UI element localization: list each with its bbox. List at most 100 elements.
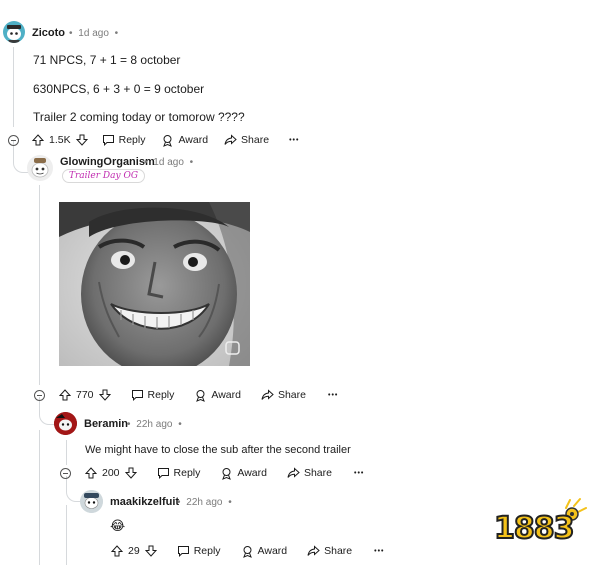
share-label: Share [241, 134, 270, 146]
comment-username[interactable]: Zicoto [32, 27, 65, 39]
upvote-arrow-icon [85, 467, 97, 479]
more-options-button[interactable]: ••• [289, 137, 299, 144]
separator: • [228, 497, 232, 508]
upvote-arrow-icon [59, 389, 71, 401]
share-button[interactable]: Share [287, 467, 332, 479]
award-icon [242, 545, 252, 558]
downvote-button[interactable] [144, 545, 157, 557]
comment-username[interactable]: Beramin [84, 418, 128, 430]
user-flair: Trailer Day OG [62, 169, 146, 183]
snoo-avatar-icon [7, 25, 21, 43]
award-label: Award [211, 389, 241, 401]
comment-action-bar: 770 Reply Award Share ••• [59, 386, 338, 404]
share-button[interactable]: Share [224, 134, 269, 146]
upvote-button[interactable] [111, 545, 123, 557]
more-options-button[interactable]: ••• [374, 548, 384, 555]
avatar[interactable] [3, 21, 25, 43]
reply-bubble-icon [102, 135, 114, 146]
comment-age[interactable]: 22h ago [136, 419, 172, 430]
reply-button[interactable]: Reply [102, 134, 146, 146]
comment-meta: • 22h ago • [177, 497, 232, 508]
reaction-image[interactable] [59, 202, 250, 366]
comment-username[interactable]: maakikzelfuit [110, 496, 179, 508]
reply-label: Reply [118, 134, 146, 146]
share-arrow-icon [224, 134, 237, 145]
comment-text: We might have to close the sub after the… [85, 444, 351, 456]
separator: • [69, 28, 73, 39]
separator: • [114, 28, 119, 39]
downvote-button[interactable] [75, 134, 88, 146]
share-arrow-icon [287, 467, 300, 478]
reply-bubble-icon [131, 390, 143, 401]
snoo-avatar-icon [80, 490, 103, 513]
reply-button[interactable]: Reply [177, 545, 221, 557]
avatar[interactable] [54, 412, 77, 435]
comment-action-bar: 29 Reply Award Share ••• [111, 542, 385, 560]
upvote-button[interactable] [32, 134, 44, 146]
share-label: Share [303, 467, 332, 479]
award-icon [222, 467, 232, 480]
downvote-button[interactable] [98, 389, 111, 401]
reply-label: Reply [173, 467, 201, 479]
share-arrow-icon [307, 545, 320, 556]
upvote-button[interactable] [85, 467, 97, 479]
downvote-arrow-icon [124, 467, 137, 479]
downvote-button[interactable] [124, 467, 137, 479]
separator: • [127, 419, 131, 430]
reply-label: Reply [193, 545, 221, 557]
comment-meta: • 1d ago • [144, 157, 193, 168]
comment-username[interactable]: GlowingOrganism [60, 156, 155, 168]
share-button[interactable]: Share [261, 389, 306, 401]
more-options-button[interactable]: ••• [354, 470, 364, 477]
avatar[interactable] [27, 155, 53, 181]
comment-action-bar: 1.5K Reply Award Share ••• [32, 131, 299, 149]
reply-bubble-icon [157, 468, 169, 479]
award-button[interactable]: Award [194, 389, 241, 402]
grinning-face-gif-icon [59, 202, 250, 366]
downvote-arrow-icon [75, 134, 88, 146]
more-options-button[interactable]: ••• [328, 392, 338, 399]
comment-age[interactable]: 22h ago [186, 497, 222, 508]
downvote-arrow-icon [144, 545, 157, 557]
award-icon [196, 389, 206, 402]
comment-action-bar: 200 Reply Award Share ••• [85, 464, 364, 482]
vote-count: 770 [76, 389, 94, 401]
share-button[interactable]: Share [307, 545, 352, 557]
award-button[interactable]: Award [161, 134, 208, 147]
upvote-arrow-icon [111, 545, 123, 557]
upvote-button[interactable] [59, 389, 71, 401]
separator: • [189, 157, 194, 168]
comment-age[interactable]: 1d ago [153, 157, 184, 168]
separator: • [177, 497, 181, 508]
comment-line: Trailer 2 coming today or tomorow ???? [33, 110, 245, 124]
watermark-logo: 1883 [492, 494, 592, 554]
award-label: Award [237, 467, 267, 479]
comment-line: 71 NPCS, 7 + 1 = 8 october [33, 53, 181, 67]
reply-button[interactable]: Reply [131, 389, 175, 401]
share-label: Share [277, 389, 306, 401]
award-label: Award [257, 545, 288, 557]
reply-button[interactable]: Reply [157, 467, 201, 479]
reply-label: Reply [147, 389, 175, 401]
award-icon [163, 134, 173, 147]
reply-bubble-icon [177, 546, 189, 557]
snoo-avatar-icon [31, 158, 49, 178]
collapse-thread-button[interactable] [34, 390, 45, 401]
separator: • [144, 157, 148, 168]
share-label: Share [324, 545, 353, 557]
vote-count: 1.5K [49, 134, 71, 146]
comment-age[interactable]: 1d ago [78, 28, 109, 39]
share-arrow-icon [261, 389, 274, 400]
watermark-text: 1883 [493, 511, 575, 547]
comment-meta: • 22h ago • [127, 419, 182, 430]
collapse-thread-button[interactable] [8, 135, 19, 146]
vote-count: 29 [128, 545, 140, 557]
award-button[interactable]: Award [220, 467, 267, 480]
collapse-thread-button[interactable] [60, 468, 71, 479]
award-button[interactable]: Award [241, 545, 288, 558]
snoo-avatar-icon [54, 412, 77, 435]
comment-line: 630NPCS, 6 + 3 + 0 = 9 october [33, 82, 205, 96]
comment-meta: • 1d ago • [69, 28, 118, 39]
upvote-arrow-icon [32, 134, 44, 146]
avatar[interactable] [80, 490, 103, 513]
